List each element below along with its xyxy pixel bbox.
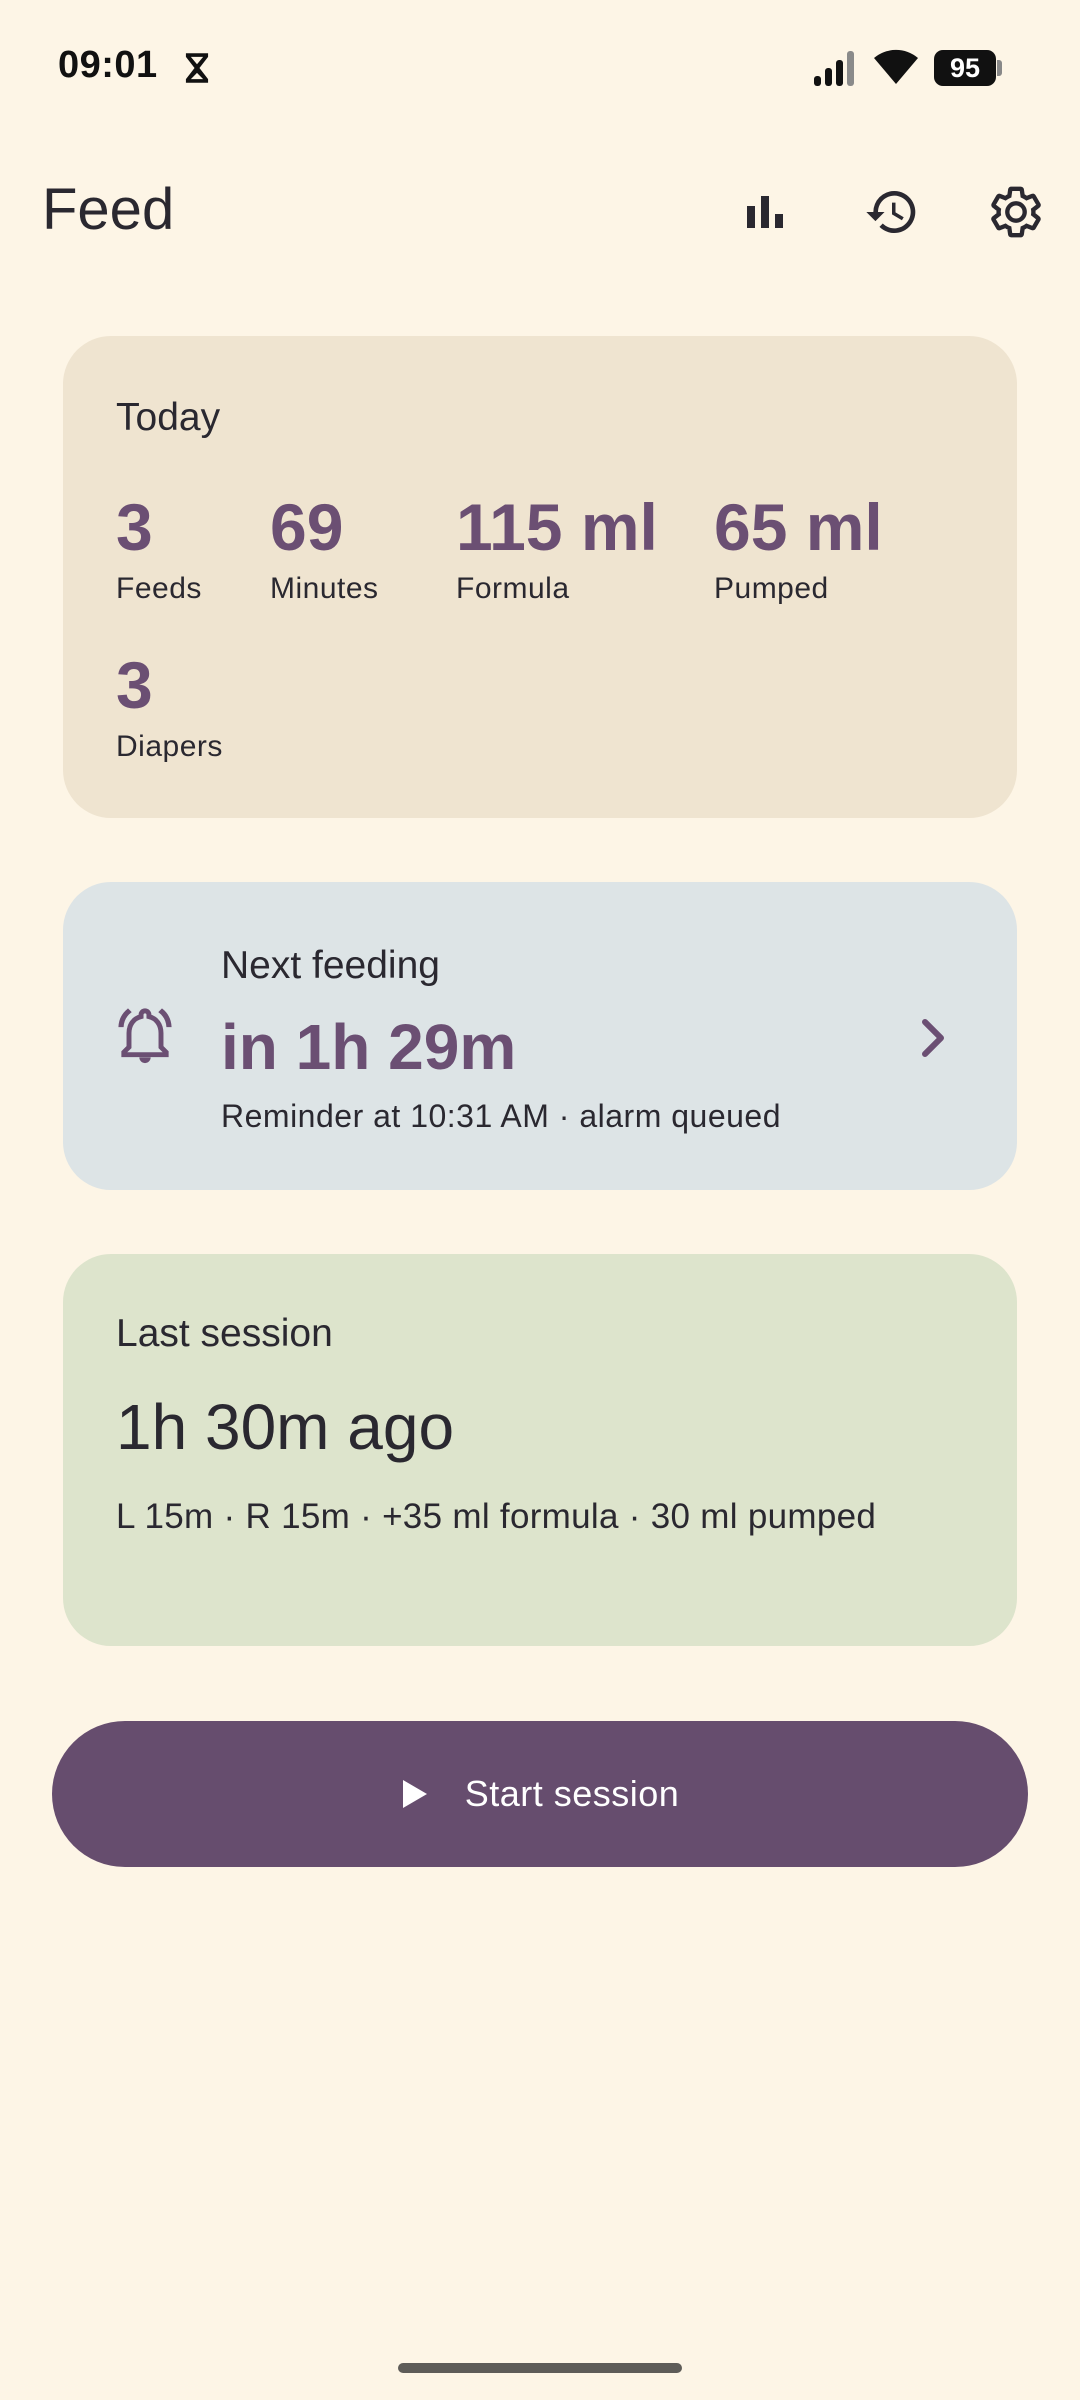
stat-label: Minutes <box>270 572 379 605</box>
wifi-icon <box>874 49 918 84</box>
bar-chart-icon[interactable] <box>733 180 797 244</box>
next-feeding-card[interactable]: Next feeding in 1h 29m Reminder at 10:31… <box>63 882 1017 1190</box>
last-session-ago: 1h 30m ago <box>116 1391 455 1463</box>
signal-icon <box>814 51 854 86</box>
page-title: Feed <box>42 177 175 242</box>
next-feeding-countdown: in 1h 29m <box>221 1011 517 1083</box>
stat-value: 3 <box>116 648 153 722</box>
settings-gear-icon[interactable] <box>984 180 1048 244</box>
stat-value: 115 ml <box>456 490 658 564</box>
alarm-bell-icon <box>118 1008 172 1064</box>
app-bar: Feed <box>0 140 1080 280</box>
battery-icon: 95 <box>934 50 1004 86</box>
stat-diapers: 3 Diapers <box>116 652 223 764</box>
history-icon[interactable] <box>860 180 924 244</box>
last-session-card: Last session 1h 30m ago L 15m · R 15m · … <box>63 1254 1017 1646</box>
stat-pumped: 65 ml Pumped <box>714 494 883 606</box>
stat-minutes: 69 Minutes <box>270 494 379 606</box>
stat-value: 3 <box>116 490 153 564</box>
battery-level: 95 <box>934 50 996 86</box>
hourglass-icon <box>185 53 209 83</box>
home-indicator[interactable] <box>398 2363 682 2373</box>
stat-label: Diapers <box>116 730 223 763</box>
last-session-heading: Last session <box>116 1312 333 1355</box>
stat-label: Formula <box>456 572 570 605</box>
status-bar: 09:01 95 <box>0 0 1080 130</box>
stat-label: Pumped <box>714 572 829 605</box>
stat-value: 65 ml <box>714 490 883 564</box>
today-heading: Today <box>116 396 221 439</box>
next-feeding-reminder: Reminder at 10:31 AM · alarm queued <box>221 1098 782 1134</box>
today-card: Today 3 Feeds 69 Minutes 115 ml Formula … <box>63 336 1017 818</box>
stat-feeds: 3 Feeds <box>116 494 202 606</box>
start-session-button[interactable]: Start session <box>52 1721 1028 1867</box>
stat-formula: 115 ml Formula <box>456 494 658 606</box>
battery-nub <box>997 60 1002 76</box>
chevron-right-icon[interactable] <box>913 1014 953 1062</box>
stat-label: Feeds <box>116 572 202 605</box>
play-icon <box>402 1780 427 1808</box>
last-session-detail: L 15m · R 15m · +35 ml formula · 30 ml p… <box>116 1497 877 1536</box>
start-session-label: Start session <box>464 1773 680 1814</box>
status-time: 09:01 <box>58 44 158 86</box>
next-feeding-heading: Next feeding <box>221 944 440 987</box>
stat-value: 69 <box>270 490 344 564</box>
